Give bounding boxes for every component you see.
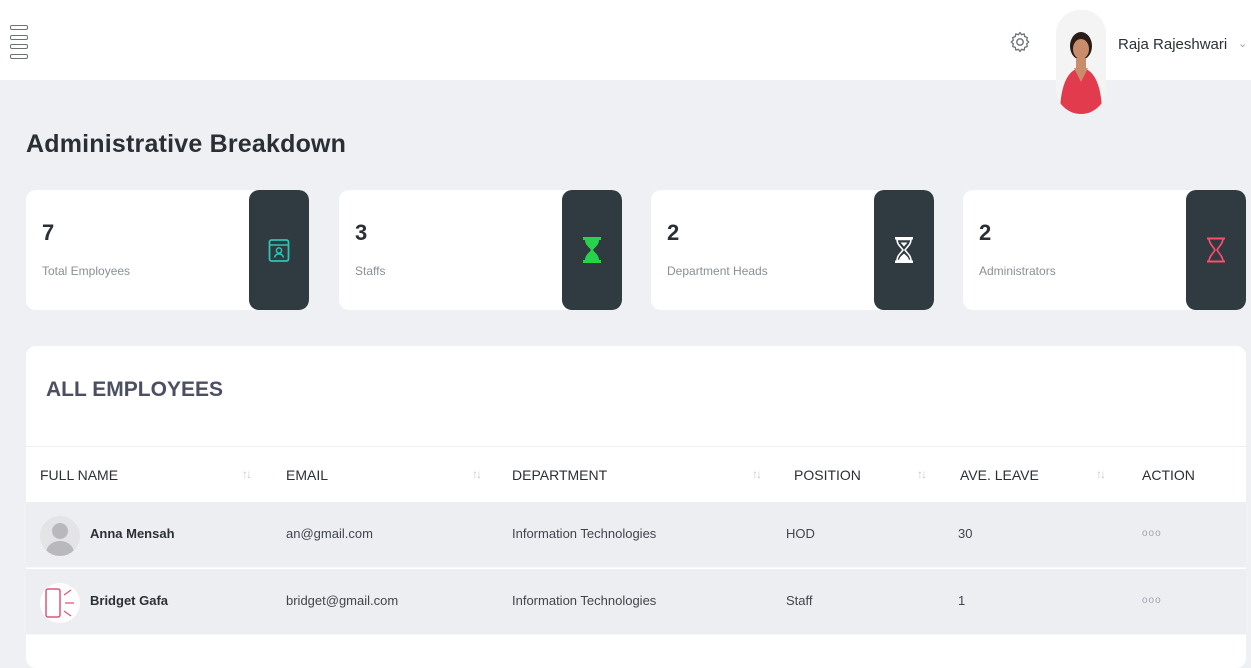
hourglass-half-icon <box>895 237 913 263</box>
employee-leave: 1 <box>958 593 966 608</box>
sort-icon[interactable]: ↑↓ <box>1096 467 1106 481</box>
employees-panel: ALL EMPLOYEES FULL NAME ↑↓ EMAIL ↑↓ DEPA… <box>26 346 1246 668</box>
column-header-full-name[interactable]: FULL NAME <box>40 467 118 483</box>
panel-title: ALL EMPLOYEES <box>46 378 223 401</box>
column-header-ave-leave[interactable]: AVE. LEAVE <box>960 467 1039 483</box>
sort-icon[interactable]: ↑↓ <box>242 467 252 481</box>
employee-name: Anna Mensah <box>90 526 175 541</box>
column-header-action: ACTION <box>1142 467 1195 483</box>
hourglass-filled-icon <box>583 237 601 263</box>
stat-card-total-employees: 7 Total Employees <box>26 190 309 310</box>
stat-value: 3 <box>355 220 368 245</box>
stat-card-department-heads: 2 Department Heads <box>651 190 934 310</box>
hamburger-menu-icon[interactable] <box>10 25 28 59</box>
avatar[interactable] <box>1056 10 1106 114</box>
stat-card-administrators: 2 Administrators <box>963 190 1246 310</box>
employee-name: Bridget Gafa <box>90 593 169 608</box>
user-name[interactable]: Raja Rajeshwari <box>1118 36 1227 53</box>
gear-icon[interactable] <box>1008 30 1032 54</box>
employee-email: an@gmail.com <box>286 526 373 541</box>
more-actions-icon[interactable]: ooo <box>1142 528 1162 539</box>
stat-label: Total Employees <box>42 264 131 278</box>
employee-position: Staff <box>786 593 813 608</box>
table-row[interactable]: Bridget Gafa bridget@gmail.com Informati… <box>26 569 1246 635</box>
id-card-icon <box>268 239 290 262</box>
stat-value: 7 <box>42 220 55 245</box>
stat-label: Staffs <box>355 264 386 278</box>
chevron-down-icon[interactable]: ⌄ <box>1238 37 1247 50</box>
stat-icon-box <box>1186 190 1246 310</box>
avatar <box>40 516 80 556</box>
table-header: FULL NAME ↑↓ EMAIL ↑↓ DEPARTMENT ↑↓ POSI… <box>26 446 1246 502</box>
sort-icon[interactable]: ↑↓ <box>752 467 762 481</box>
column-header-department[interactable]: DEPARTMENT <box>512 467 607 483</box>
page-title: Administrative Breakdown <box>26 130 347 158</box>
stat-icon-box <box>249 190 309 310</box>
more-actions-icon[interactable]: ooo <box>1142 595 1162 606</box>
column-header-position[interactable]: POSITION <box>794 467 861 483</box>
avatar <box>40 583 80 623</box>
table-row[interactable]: Anna Mensah an@gmail.com Information Tec… <box>26 502 1246 568</box>
stat-card-staffs: 3 Staffs <box>339 190 622 310</box>
stat-icon-box <box>562 190 622 310</box>
stat-value: 2 <box>979 220 992 245</box>
sort-icon[interactable]: ↑↓ <box>472 467 482 481</box>
stat-value: 2 <box>667 220 680 245</box>
stat-label: Administrators <box>979 264 1056 278</box>
employee-email: bridget@gmail.com <box>286 593 399 608</box>
stat-label: Department Heads <box>667 264 768 278</box>
column-header-email[interactable]: EMAIL <box>286 467 328 483</box>
employee-position: HOD <box>786 526 815 541</box>
employee-leave: 30 <box>958 526 973 541</box>
sort-icon[interactable]: ↑↓ <box>917 467 927 481</box>
employee-department: Information Technologies <box>512 526 657 541</box>
top-bar: Raja Rajeshwari ⌄ <box>0 0 1251 114</box>
stat-icon-box <box>874 190 934 310</box>
hourglass-outline-icon <box>1207 237 1225 263</box>
employee-department: Information Technologies <box>512 593 657 608</box>
